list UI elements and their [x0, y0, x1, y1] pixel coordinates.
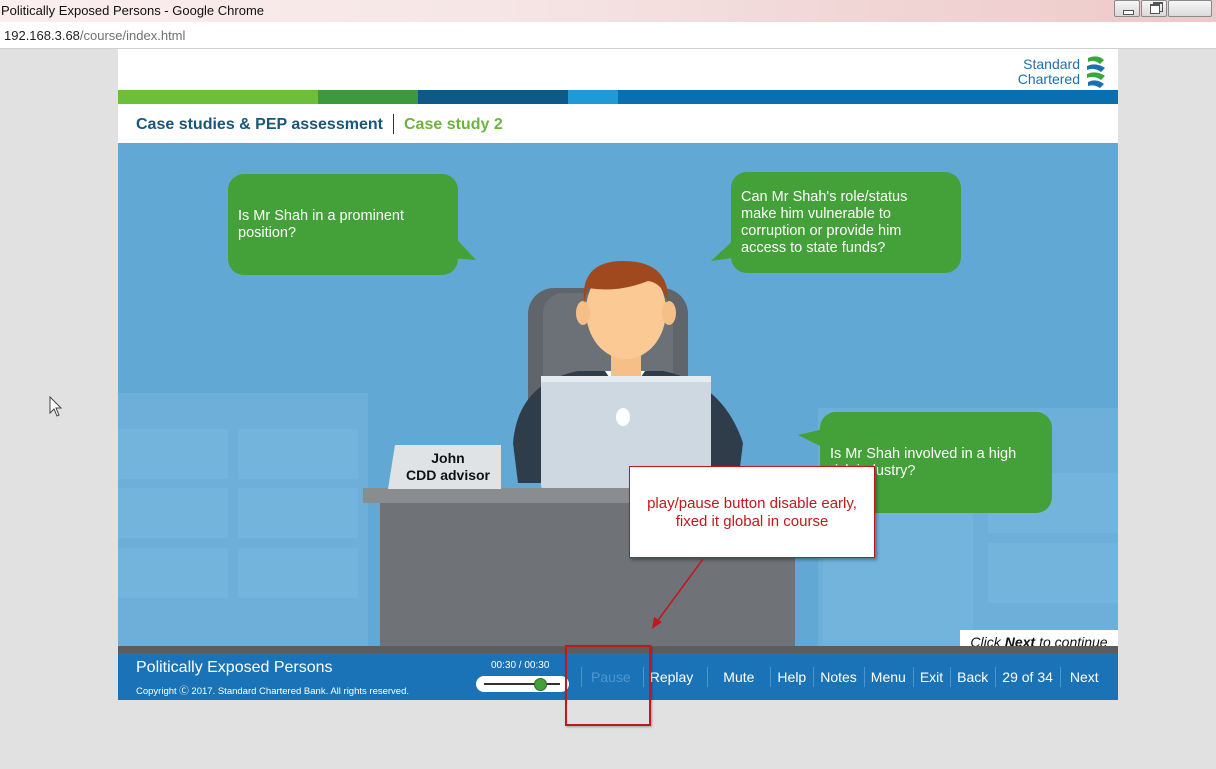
menu-button[interactable]: Menu — [863, 666, 913, 687]
brand-color-bar — [118, 90, 1118, 104]
minimize-icon[interactable] — [1114, 0, 1140, 17]
logo-text: Standard Chartered — [1018, 57, 1080, 87]
question-bubble-vulnerable-role: Can Mr Shah's role/status make him vulne… — [731, 172, 961, 273]
slider-knob[interactable] — [534, 678, 548, 691]
section-title: Case studies & PEP assessment — [136, 116, 383, 133]
slider-track-line — [484, 683, 560, 685]
mouse-cursor-icon — [49, 396, 63, 417]
bubble-tail-icon — [711, 235, 739, 261]
exit-button[interactable]: Exit — [912, 666, 950, 687]
url-host: 192.168.3.68 — [4, 28, 80, 43]
color-segment — [618, 90, 1118, 104]
address-bar[interactable]: 192.168.3.68/course/index.html — [0, 22, 1216, 49]
review-annotation-callout: play/pause button disable early, fixed i… — [629, 466, 875, 558]
logo-line1: Standard — [1023, 56, 1080, 72]
footer-nav: Pause Replay Mute Help Notes Menu Exit B… — [581, 653, 1107, 700]
bubble-tail-icon — [451, 233, 476, 260]
annotation-arrow-icon — [652, 558, 704, 629]
bubble-text: Is Mr Shah in a prominent position? — [238, 208, 405, 241]
logo-mark-icon — [1087, 56, 1105, 88]
annotation-text: play/pause button disable early, fixed i… — [647, 495, 857, 530]
bubble-text: Can Mr Shah's role/status make him vulne… — [741, 189, 908, 256]
color-segment — [118, 90, 318, 104]
annotation-highlight-box — [565, 645, 651, 726]
subsection-title: Case study 2 — [404, 116, 503, 133]
page-counter: 29 of 34 — [995, 666, 1060, 687]
bubble-tail-icon — [798, 428, 828, 450]
copyright-text: Copyright Ⓒ 2017. Standard Chartered Ban… — [136, 686, 410, 697]
browser-title-bar: Politically Exposed Persons - Google Chr… — [0, 0, 1216, 22]
playback-time: 00:30 / 00:30 — [491, 660, 550, 671]
color-segment — [418, 90, 568, 104]
url-path: /course/index.html — [79, 28, 186, 43]
course-player: Standard Chartered Case studies & PEP as… — [118, 49, 1118, 700]
standard-chartered-logo: Standard Chartered — [1018, 53, 1108, 91]
close-window-button[interactable] — [1168, 0, 1212, 17]
color-segment — [318, 90, 418, 104]
replay-button[interactable]: Replay — [642, 666, 708, 687]
notes-button[interactable]: Notes — [813, 666, 864, 687]
course-title: Politically Exposed Persons — [136, 659, 333, 676]
window-controls — [1114, 0, 1216, 20]
help-button[interactable]: Help — [770, 666, 813, 687]
back-button[interactable]: Back — [950, 666, 995, 687]
logo-line2: Chartered — [1017, 71, 1080, 87]
url-text[interactable]: 192.168.3.68/course/index.html — [4, 28, 185, 43]
nameplate: John CDD advisor — [395, 450, 501, 484]
playback-progress-slider[interactable] — [476, 676, 569, 692]
mute-button[interactable]: Mute — [707, 666, 770, 687]
color-segment — [568, 90, 618, 104]
question-bubble-prominent-position: Is Mr Shah in a prominent position? — [228, 174, 458, 275]
window-title: Politically Exposed Persons - Google Chr… — [1, 3, 265, 18]
case-study-scene: Is Mr Shah in a prominent position? Can … — [118, 143, 1118, 646]
nameplate-role: CDD advisor — [405, 467, 491, 483]
nameplate-name: John — [431, 450, 465, 466]
breadcrumb-divider — [393, 114, 394, 134]
course-header: Case studies & PEP assessment Case study… — [118, 104, 1118, 143]
next-button[interactable]: Next — [1059, 666, 1107, 687]
restore-icon[interactable] — [1141, 0, 1167, 17]
